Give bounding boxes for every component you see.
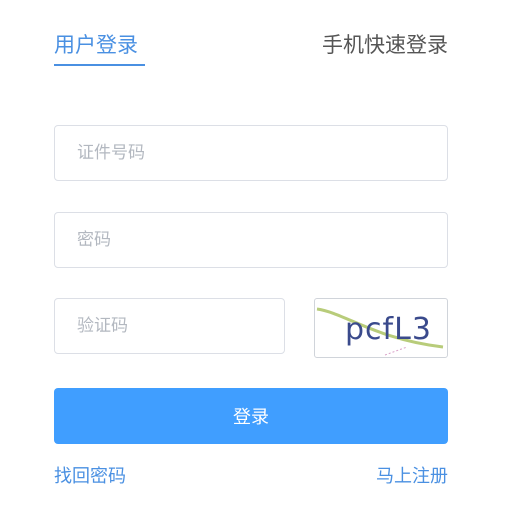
captcha-graphic: pcfL3	[316, 307, 444, 356]
active-tab-indicator	[54, 64, 145, 66]
forgot-password-link[interactable]: 找回密码	[54, 463, 126, 491]
login-button[interactable]: 登录	[54, 388, 448, 444]
captcha-input[interactable]	[54, 298, 285, 354]
captcha-image[interactable]: pcfL3	[314, 298, 448, 358]
register-link[interactable]: 马上注册	[376, 463, 448, 491]
tab-user-login[interactable]: 用户登录	[54, 30, 138, 60]
login-panel: 用户登录 手机快速登录 pcfL3 登录 找回密码 马上注册	[0, 0, 516, 506]
captcha-text: pcfL3	[345, 312, 432, 347]
password-input[interactable]	[54, 212, 448, 268]
tab-mobile-login[interactable]: 手机快速登录	[322, 30, 448, 60]
id-number-input[interactable]	[54, 125, 448, 181]
